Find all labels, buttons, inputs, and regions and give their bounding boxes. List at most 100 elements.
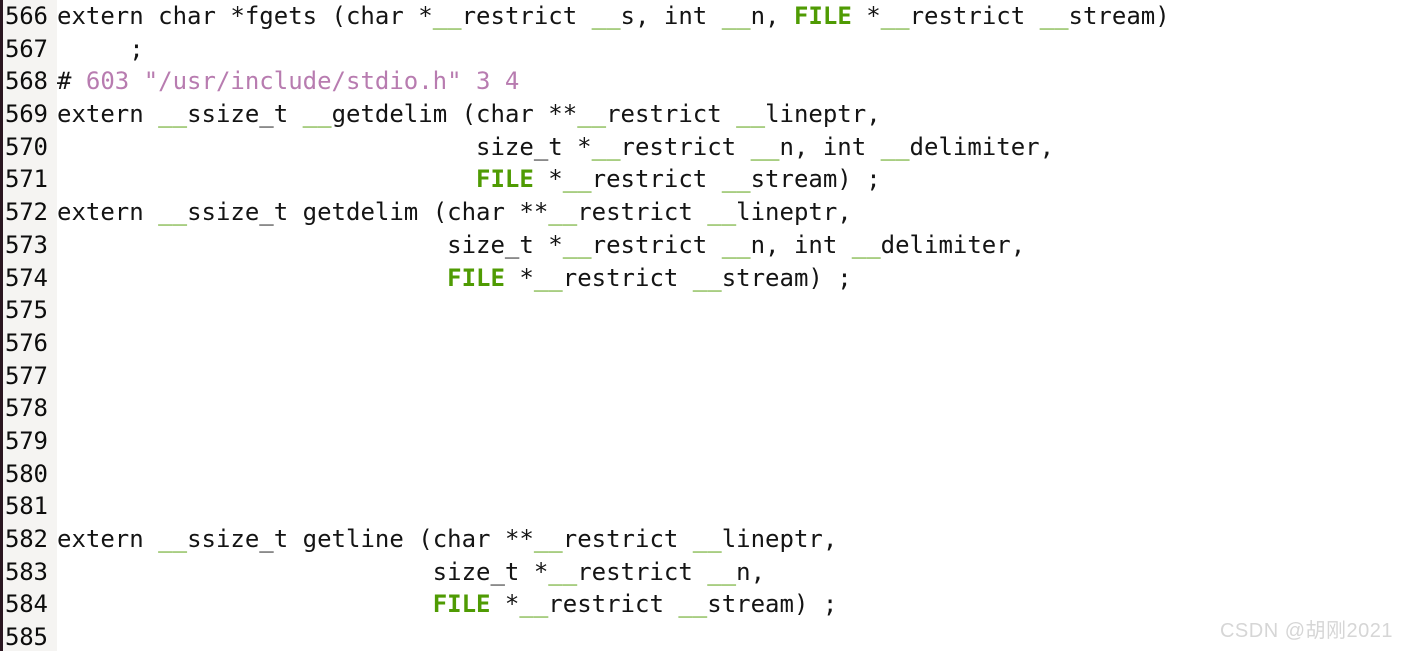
code-line[interactable]: 578 — [0, 392, 1407, 425]
code-token-green: __ — [750, 132, 780, 161]
code-token-green: __ — [692, 263, 722, 292]
code-line[interactable]: 575 — [0, 294, 1407, 327]
line-number: 577 — [5, 361, 48, 390]
code-line[interactable]: 583 size_t *__restrict __n, — [0, 556, 1407, 589]
code-line[interactable]: 584 FILE *__restrict __stream) ; — [0, 588, 1407, 621]
code-token-green: __ — [591, 2, 621, 30]
code-line-content[interactable]: size_t *__restrict __n, int __delimiter, — [57, 229, 1025, 262]
code-line[interactable]: 582 extern __ssize_t getline (char **__re… — [0, 523, 1407, 556]
code-line[interactable]: 585 — [0, 621, 1407, 651]
code-token-green: __ — [562, 230, 592, 259]
line-number: 573 — [5, 230, 48, 259]
code-token-plain: lineptr, — [765, 100, 881, 129]
code-line[interactable]: 579 — [0, 425, 1407, 458]
line-number: 582 — [5, 525, 48, 553]
code-token-green-bold: FILE — [447, 263, 505, 292]
code-token-green: __ — [302, 100, 332, 129]
code-token-plain: delimiter, — [880, 230, 1026, 259]
code-line[interactable]: 574 FILE *__restrict __stream) ; — [0, 262, 1407, 295]
code-line-content[interactable]: # 603 "/usr/include/stdio.h" 3 4 — [57, 65, 519, 98]
code-line-content[interactable]: extern __ssize_t __getdelim (char **__re… — [57, 98, 881, 131]
code-line-content[interactable]: FILE *__restrict __stream) ; — [57, 262, 852, 295]
code-token-plain: restrict — [577, 557, 708, 586]
code-token-green: __ — [880, 132, 910, 161]
code-line[interactable]: 567 ; — [0, 33, 1407, 66]
code-token-plain: restrict — [461, 2, 592, 30]
code-token-plain: extern — [57, 198, 159, 227]
code-token-plain: extern — [57, 525, 159, 553]
code-token-green: __ — [851, 230, 881, 259]
code-line-content[interactable]: size_t *__restrict __n, — [57, 556, 765, 589]
code-line[interactable]: 566 extern char *fgets (char *__restrict … — [0, 0, 1407, 33]
code-token-plain: stream) ; — [707, 590, 838, 619]
code-token-plain: size_t * — [57, 557, 549, 586]
code-line[interactable]: 568 # 603 "/usr/include/stdio.h" 3 4 — [0, 65, 1407, 98]
code-line-content[interactable]: FILE *__restrict __stream) ; — [57, 163, 881, 196]
code-token-green-bold: FILE — [432, 590, 491, 619]
code-token-plain: restrict — [591, 230, 722, 259]
code-token-green: __ — [562, 165, 592, 194]
code-token-green-bold: FILE — [793, 2, 852, 30]
code-token-plain: * — [851, 2, 881, 30]
code-token-green: __ — [721, 230, 751, 259]
code-token-plain: restrict — [620, 132, 751, 161]
code-token-green: __ — [707, 557, 737, 586]
code-token-plain: ; — [57, 34, 144, 63]
line-number: 585 — [5, 623, 48, 651]
csdn-watermark: CSDN @胡刚2021 — [1219, 620, 1393, 642]
code-token-plain: restrict — [562, 263, 693, 292]
code-line[interactable]: 570 size_t *__restrict __n, int __delimi… — [0, 131, 1407, 164]
code-line[interactable]: 580 — [0, 458, 1407, 491]
code-line[interactable]: 577 — [0, 360, 1407, 393]
code-line[interactable]: 573 size_t *__restrict __n, int __delimi… — [0, 229, 1407, 262]
code-token-plain: restrict — [606, 100, 737, 129]
code-line[interactable]: 576 — [0, 327, 1407, 360]
code-token-green: __ — [1039, 2, 1069, 30]
code-token-green: __ — [158, 198, 188, 227]
code-line-content[interactable]: extern __ssize_t getline (char **__restr… — [57, 523, 837, 556]
code-token-plain: lineptr, — [736, 198, 852, 227]
code-line-content[interactable]: FILE *__restrict __stream) ; — [57, 588, 838, 621]
code-token-plain: ssize_t getdelim (char ** — [187, 198, 549, 227]
code-token-green: __ — [432, 2, 462, 30]
code-line[interactable]: 571 FILE *__restrict __stream) ; — [0, 163, 1407, 196]
code-line[interactable]: 572 extern __ssize_t getdelim (char **__r… — [0, 196, 1407, 229]
code-token-green: __ — [533, 263, 563, 292]
line-number: 576 — [5, 328, 48, 357]
line-number: 575 — [5, 296, 48, 325]
code-line-content[interactable]: extern char *fgets (char *__restrict __s… — [57, 0, 1170, 33]
code-token-plain: restrict — [577, 198, 708, 227]
line-number: 581 — [5, 492, 48, 521]
line-number: 568 — [5, 67, 48, 96]
code-token-plain: ssize_t — [187, 100, 303, 129]
code-line[interactable]: 569 extern __ssize_t __getdelim (char **_… — [0, 98, 1407, 131]
code-token-plain: n, — [736, 557, 766, 586]
code-token-green: __ — [533, 525, 563, 553]
code-token-plain: delimiter, — [909, 132, 1055, 161]
code-line[interactable]: 581 — [0, 490, 1407, 523]
code-token-green: __ — [548, 557, 578, 586]
code-token-green: __ — [548, 198, 578, 227]
code-token-plain: ssize_t getline (char ** — [187, 525, 534, 553]
editor-left-edge-rule — [0, 0, 3, 651]
code-token-plain: extern char *fgets (char * — [57, 2, 433, 30]
code-line-content[interactable]: extern __ssize_t getdelim (char **__rest… — [57, 196, 852, 229]
code-token-plain: stream) ; — [750, 165, 881, 194]
code-token-plain: * — [504, 263, 534, 292]
code-token-plain: * — [490, 590, 520, 619]
code-token-plain: restrict — [548, 590, 679, 619]
line-number: 569 — [5, 100, 48, 129]
code-editor-viewport: 566 extern char *fgets (char *__restrict … — [0, 0, 1407, 651]
code-token-plain: getdelim (char ** — [331, 100, 578, 129]
code-token-green: __ — [678, 590, 708, 619]
code-text-area[interactable]: 566 extern char *fgets (char *__restrict … — [0, 0, 1407, 651]
line-number: 584 — [5, 590, 48, 619]
code-token-green: __ — [158, 100, 188, 129]
code-token-purple: 603 "/usr/include/stdio.h" 3 4 — [71, 67, 520, 96]
line-number: 578 — [5, 394, 48, 423]
code-token-plain: size_t * — [57, 230, 563, 259]
code-line-content[interactable]: ; — [57, 33, 144, 66]
line-number: 570 — [5, 132, 48, 161]
code-line-content[interactable]: size_t *__restrict __n, int __delimiter, — [57, 131, 1054, 164]
